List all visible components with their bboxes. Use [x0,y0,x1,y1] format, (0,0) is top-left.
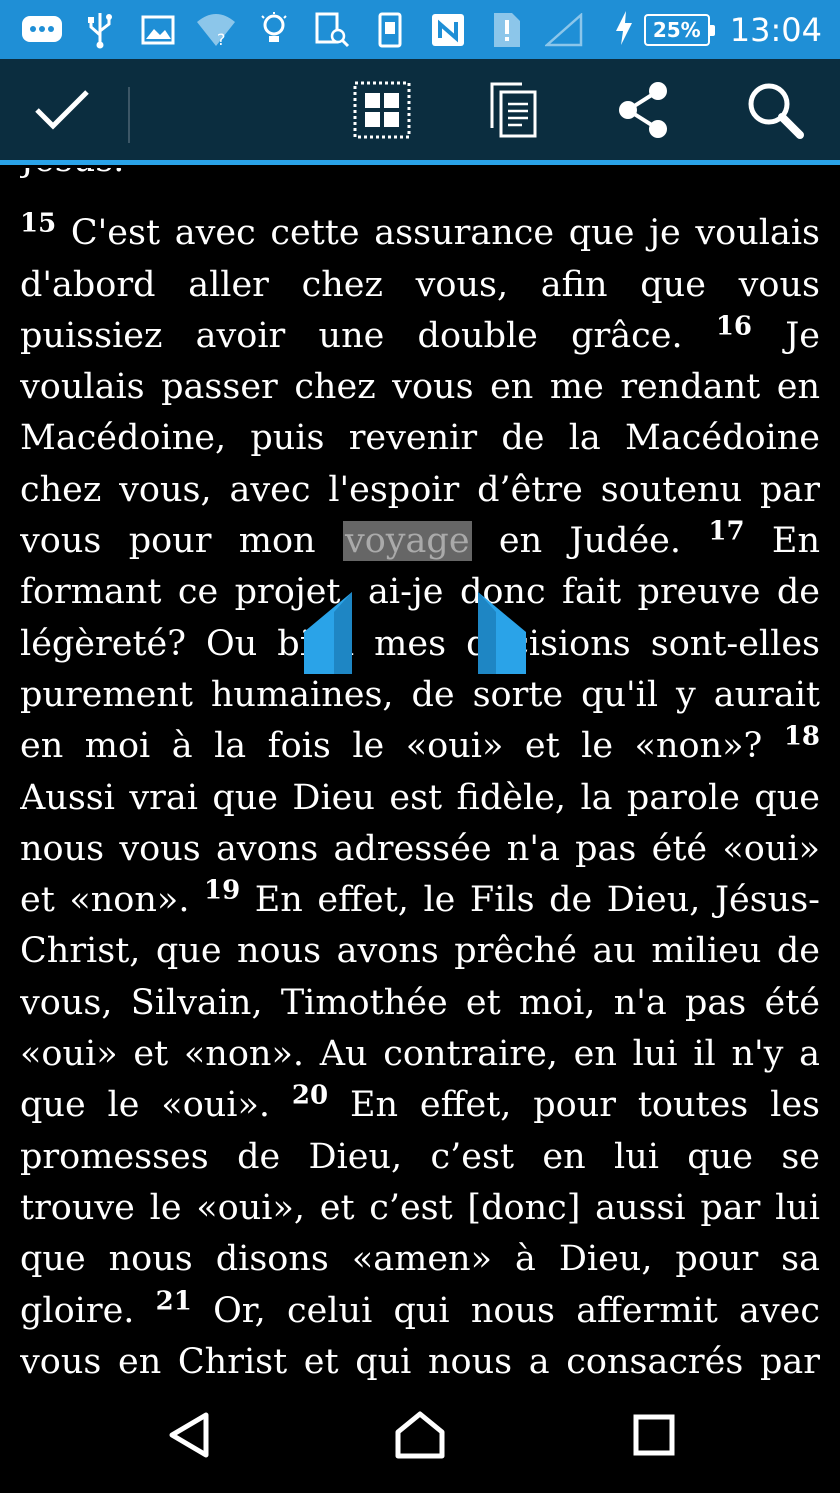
copy-button[interactable] [472,59,556,165]
search-icon [745,80,805,144]
share-button[interactable] [600,59,688,165]
status-bar: ? 25% 13:04 [0,0,840,59]
recents-icon [633,1414,675,1460]
verse-number: 19 [204,875,241,906]
battery-indicator: 25% [643,13,715,46]
signal-empty-icon [542,10,586,50]
verse-text: C'est avec cette assurance que je voulai… [20,213,820,356]
copy-icon [488,80,540,144]
verse-number: 20 [291,1080,329,1111]
reading-pane[interactable]: Jésus. 15 C'est avec cette assurance que… [20,168,820,1380]
sim-alert-icon [484,10,528,50]
nfc-icon [426,10,470,50]
previous-line-fragment: Jésus. [20,168,820,186]
verse-number: 15 [20,208,57,239]
verse-number: 21 [155,1285,192,1316]
svg-text:?: ? [217,30,226,48]
share-icon [616,81,672,143]
verse-number: 18 [783,721,820,752]
home-icon [394,1410,446,1464]
navigation-bar [0,1380,840,1493]
verse-text: en Judée. [471,521,709,562]
phone-screen-icon [368,10,412,50]
select-all-button[interactable] [340,59,424,165]
clock: 13:04 [729,10,822,49]
selection-start-handle[interactable] [304,592,352,674]
usb-icon [78,10,122,50]
verse-number: 16 [715,311,753,342]
select-all-icon [352,80,412,144]
charging-bolt-icon [614,10,634,49]
chat-bubble-icon [20,10,64,50]
scripture-text[interactable]: Jésus. 15 C'est avec cette assurance que… [20,168,820,1380]
verse-number: 17 [708,516,745,547]
notification-icons: ? [0,10,586,50]
check-icon [33,88,91,136]
scripture-paragraph: 15 C'est avec cette assurance que je vou… [20,208,820,1380]
wifi-question-icon: ? [194,10,238,50]
back-icon [166,1411,210,1463]
battery-level: 25% [643,13,715,46]
back-button[interactable] [128,1380,248,1493]
status-right: 25% 13:04 [614,0,822,59]
action-bar-divider [128,87,130,143]
recents-button[interactable] [594,1380,714,1493]
screen-search-icon [310,10,354,50]
home-button[interactable] [360,1380,480,1493]
done-button[interactable] [22,59,102,165]
search-button[interactable] [730,59,820,165]
action-bar [0,59,840,165]
selected-word[interactable]: voyage [342,521,472,562]
image-icon [136,10,180,50]
lightbulb-icon [252,10,296,50]
selection-end-handle[interactable] [478,592,526,674]
